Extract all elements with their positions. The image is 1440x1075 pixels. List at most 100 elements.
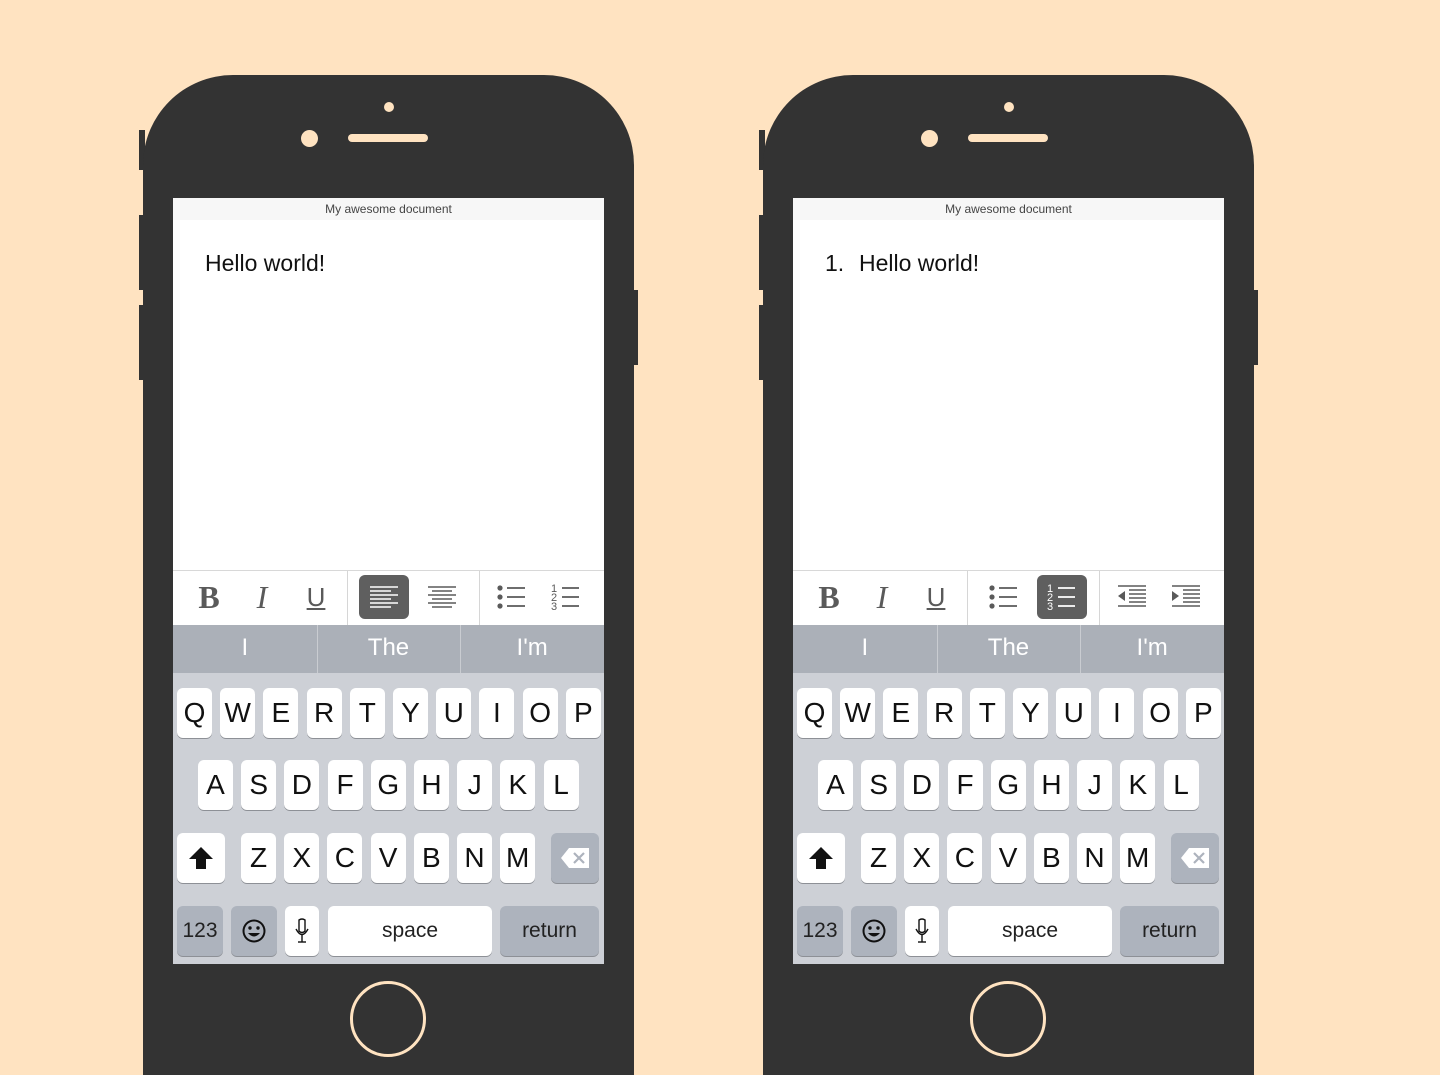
key-m[interactable]: M: [500, 833, 536, 883]
key-u[interactable]: U: [1056, 688, 1092, 738]
microphone-key[interactable]: [905, 906, 939, 956]
document-line[interactable]: 1. Hello world!: [825, 250, 979, 277]
key-h[interactable]: H: [1034, 760, 1069, 810]
key-q[interactable]: Q: [797, 688, 832, 738]
suggestion-item[interactable]: I: [793, 625, 937, 673]
key-e[interactable]: E: [883, 688, 919, 738]
underline-button[interactable]: U: [911, 575, 961, 619]
home-button[interactable]: [970, 981, 1046, 1057]
key-b[interactable]: B: [1033, 833, 1069, 883]
underline-letter: U: [926, 581, 946, 612]
backspace-key[interactable]: [551, 833, 599, 883]
key-z[interactable]: Z: [861, 833, 896, 883]
key-w[interactable]: W: [220, 688, 256, 738]
key-y[interactable]: Y: [1013, 688, 1048, 738]
key-i[interactable]: I: [1099, 688, 1135, 738]
numbered-list-button[interactable]: 123: [1037, 575, 1087, 619]
backspace-key[interactable]: [1171, 833, 1219, 883]
bold-button[interactable]: B: [804, 575, 854, 619]
key-q[interactable]: Q: [177, 688, 212, 738]
key-x[interactable]: X: [904, 833, 940, 883]
document-editor[interactable]: Hello world!: [173, 220, 604, 570]
microphone-key[interactable]: [285, 906, 319, 956]
key-f[interactable]: F: [947, 760, 983, 810]
key-b[interactable]: B: [413, 833, 449, 883]
key-e[interactable]: E: [263, 688, 299, 738]
key-v[interactable]: V: [990, 833, 1026, 883]
key-c[interactable]: C: [947, 833, 983, 883]
bulleted-list-button[interactable]: [979, 575, 1029, 619]
emoji-key[interactable]: [231, 906, 277, 956]
bold-button[interactable]: B: [184, 575, 234, 619]
emoji-icon: [862, 919, 886, 943]
key-n[interactable]: N: [1077, 833, 1112, 883]
suggestion-divider: [937, 625, 938, 673]
italic-button[interactable]: I: [237, 575, 287, 619]
align-left-button[interactable]: [359, 575, 409, 619]
key-v[interactable]: V: [370, 833, 406, 883]
key-j[interactable]: J: [1077, 760, 1113, 810]
key-z[interactable]: Z: [241, 833, 276, 883]
underline-button[interactable]: U: [291, 575, 341, 619]
key-u[interactable]: U: [436, 688, 472, 738]
shift-arrow-icon: [809, 847, 833, 869]
key-h[interactable]: H: [414, 760, 449, 810]
suggestion-item[interactable]: The: [937, 625, 1081, 673]
space-key[interactable]: space: [948, 906, 1112, 956]
suggestion-item[interactable]: I'm: [1080, 625, 1224, 673]
italic-letter: I: [876, 578, 888, 615]
shift-arrow-icon: [189, 847, 213, 869]
align-center-button[interactable]: [417, 575, 467, 619]
key-a[interactable]: A: [198, 760, 233, 810]
space-key[interactable]: space: [328, 906, 492, 956]
suggestion-item[interactable]: I: [173, 625, 317, 673]
numbers-key[interactable]: 123: [797, 906, 843, 956]
key-n[interactable]: N: [457, 833, 492, 883]
key-p[interactable]: P: [1185, 688, 1221, 738]
numbers-key[interactable]: 123: [177, 906, 223, 956]
outdent-button[interactable]: [1107, 575, 1157, 619]
key-r[interactable]: R: [306, 688, 342, 738]
key-y[interactable]: Y: [393, 688, 428, 738]
key-i[interactable]: I: [479, 688, 515, 738]
key-m[interactable]: M: [1120, 833, 1156, 883]
key-k[interactable]: K: [500, 760, 536, 810]
document-line[interactable]: Hello world!: [205, 250, 325, 277]
emoji-key[interactable]: [851, 906, 897, 956]
document-editor[interactable]: 1. Hello world!: [793, 220, 1224, 570]
key-f[interactable]: F: [327, 760, 363, 810]
shift-key[interactable]: [177, 833, 225, 883]
key-r[interactable]: R: [926, 688, 962, 738]
key-d[interactable]: D: [904, 760, 940, 810]
key-w[interactable]: W: [840, 688, 876, 738]
key-t[interactable]: T: [969, 688, 1005, 738]
key-x[interactable]: X: [284, 833, 320, 883]
key-s[interactable]: S: [241, 760, 277, 810]
shift-key[interactable]: [797, 833, 845, 883]
indent-button[interactable]: [1161, 575, 1211, 619]
suggestion-item[interactable]: I'm: [460, 625, 604, 673]
key-d[interactable]: D: [284, 760, 320, 810]
key-k[interactable]: K: [1120, 760, 1156, 810]
key-g[interactable]: G: [370, 760, 406, 810]
italic-button[interactable]: I: [857, 575, 907, 619]
key-t[interactable]: T: [349, 688, 385, 738]
key-o[interactable]: O: [522, 688, 558, 738]
key-a[interactable]: A: [818, 760, 853, 810]
key-p[interactable]: P: [565, 688, 601, 738]
home-button[interactable]: [350, 981, 426, 1057]
keyboard: Q W E R T Y U I O P A S D F G H J K L Z X C V B N M 123 space return: [793, 673, 1224, 964]
key-l[interactable]: L: [1163, 760, 1199, 810]
numbered-list-button[interactable]: 123: [541, 575, 591, 619]
key-l[interactable]: L: [543, 760, 579, 810]
bulleted-list-button[interactable]: [487, 575, 537, 619]
key-c[interactable]: C: [327, 833, 363, 883]
key-o[interactable]: O: [1142, 688, 1178, 738]
return-key[interactable]: return: [1120, 906, 1219, 956]
key-s[interactable]: S: [861, 760, 897, 810]
suggestion-item[interactable]: The: [317, 625, 461, 673]
key-j[interactable]: J: [457, 760, 493, 810]
phone-body: My awesome document Hello world! B I U 1 2 3 I Th…: [143, 75, 634, 1075]
key-g[interactable]: G: [990, 760, 1026, 810]
return-key[interactable]: return: [500, 906, 599, 956]
